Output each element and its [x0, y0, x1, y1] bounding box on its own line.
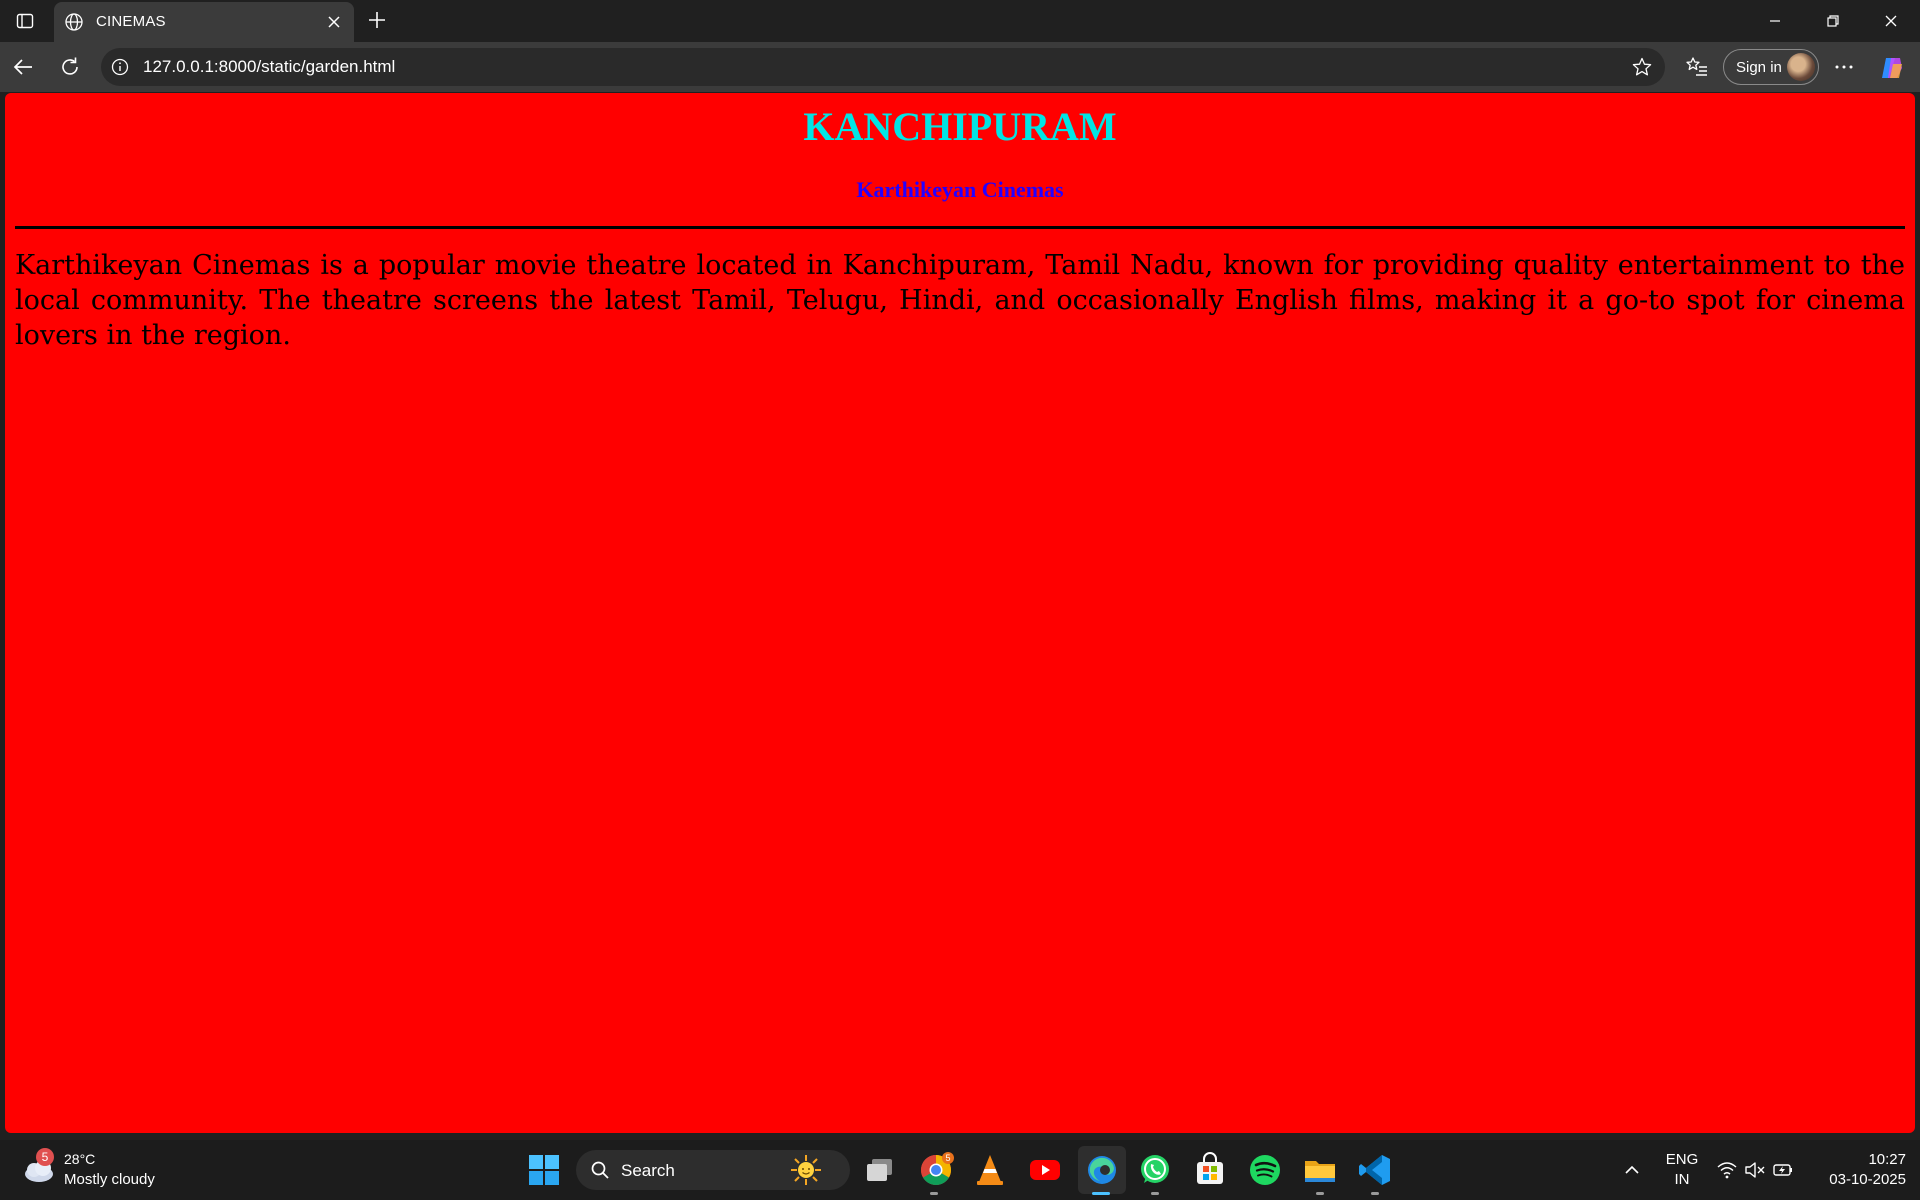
input-language[interactable]: ENG IN	[1660, 1150, 1704, 1190]
close-tab-icon[interactable]	[324, 12, 344, 32]
sidebar-toggle-icon[interactable]	[14, 10, 36, 32]
minimize-icon[interactable]	[1762, 8, 1788, 34]
vscode-running-indicator	[1371, 1192, 1379, 1195]
weather-condition: Mostly cloudy	[64, 1171, 155, 1188]
region-code: IN	[1674, 1171, 1690, 1188]
back-arrow-icon[interactable]	[11, 54, 37, 80]
spotify-icon[interactable]	[1247, 1152, 1283, 1188]
vlc-icon[interactable]	[972, 1152, 1008, 1188]
globe-icon	[64, 12, 84, 32]
sign-in-label: Sign in	[1736, 59, 1782, 76]
battery-charging-icon[interactable]	[1772, 1159, 1794, 1181]
page-viewport: KANCHIPURAM Karthikeyan Cinemas Karthike…	[5, 93, 1915, 1133]
volume-muted-icon[interactable]	[1744, 1159, 1766, 1181]
page-subtitle: Karthikeyan Cinemas	[856, 177, 1064, 202]
site-info-icon[interactable]	[111, 58, 129, 76]
url-text[interactable]: 127.0.0.1:8000/static/garden.html	[143, 57, 395, 77]
reload-icon[interactable]	[57, 54, 83, 80]
start-icon[interactable]	[526, 1152, 562, 1188]
favorites-icon[interactable]	[1684, 54, 1710, 80]
sign-in-button[interactable]: Sign in	[1723, 49, 1819, 85]
search-icon	[590, 1160, 610, 1180]
taskbar-search[interactable]: Search	[576, 1150, 850, 1190]
page-paragraph: Karthikeyan Cinemas is a popular movie t…	[15, 250, 1905, 351]
restore-icon[interactable]	[1820, 8, 1846, 34]
sun-icon	[790, 1154, 822, 1186]
avatar	[1787, 53, 1815, 81]
microsoft-store-icon[interactable]	[1192, 1152, 1228, 1188]
favorite-star-icon[interactable]	[1631, 56, 1653, 78]
chrome-icon[interactable]: 5	[918, 1152, 954, 1188]
clock-date: 03-10-2025	[1829, 1171, 1906, 1188]
browser-window: CINEMAS 127.0.0.1:8000/static/garden.htm…	[0, 0, 1920, 1200]
browser-toolbar: 127.0.0.1:8000/static/garden.html Sign i…	[0, 42, 1920, 92]
taskbar: 5 28°C Mostly cloudy Search 5 ENG IN 10:…	[0, 1140, 1920, 1200]
edge-active-indicator	[1092, 1192, 1110, 1195]
files-running-indicator	[1316, 1192, 1324, 1195]
page-title: KANCHIPURAM	[803, 104, 1117, 149]
close-window-icon[interactable]	[1878, 8, 1904, 34]
address-bar[interactable]: 127.0.0.1:8000/static/garden.html	[101, 48, 1665, 86]
title-bar: CINEMAS	[0, 0, 1920, 42]
weather-badge: 5	[36, 1148, 54, 1166]
wifi-icon[interactable]	[1716, 1159, 1738, 1181]
whatsapp-icon[interactable]	[1137, 1152, 1173, 1188]
weather-widget[interactable]: 5 28°C Mostly cloudy	[18, 1148, 178, 1192]
chrome-running-indicator	[930, 1192, 938, 1195]
vscode-icon[interactable]	[1357, 1152, 1393, 1188]
task-view-icon[interactable]	[862, 1152, 898, 1188]
whatsapp-running-indicator	[1151, 1192, 1159, 1195]
edge-icon[interactable]	[1078, 1146, 1126, 1194]
new-tab-icon[interactable]	[366, 9, 388, 31]
system-clock[interactable]: 10:27 03-10-2025	[1806, 1150, 1906, 1190]
youtube-icon[interactable]	[1027, 1152, 1063, 1188]
chrome-badge: 5	[945, 1153, 950, 1163]
language-code: ENG	[1665, 1151, 1699, 1168]
search-label: Search	[621, 1161, 675, 1180]
horizontal-rule	[15, 226, 1905, 229]
tab-cinemas[interactable]: CINEMAS	[54, 2, 354, 42]
tab-title: CINEMAS	[96, 13, 166, 30]
chevron-up-icon[interactable]	[1622, 1160, 1642, 1180]
more-options-icon[interactable]	[1831, 54, 1857, 80]
file-explorer-icon[interactable]	[1302, 1152, 1338, 1188]
weather-temperature: 28°C	[64, 1151, 96, 1167]
clock-time: 10:27	[1868, 1151, 1906, 1168]
copilot-icon[interactable]	[1878, 54, 1904, 80]
